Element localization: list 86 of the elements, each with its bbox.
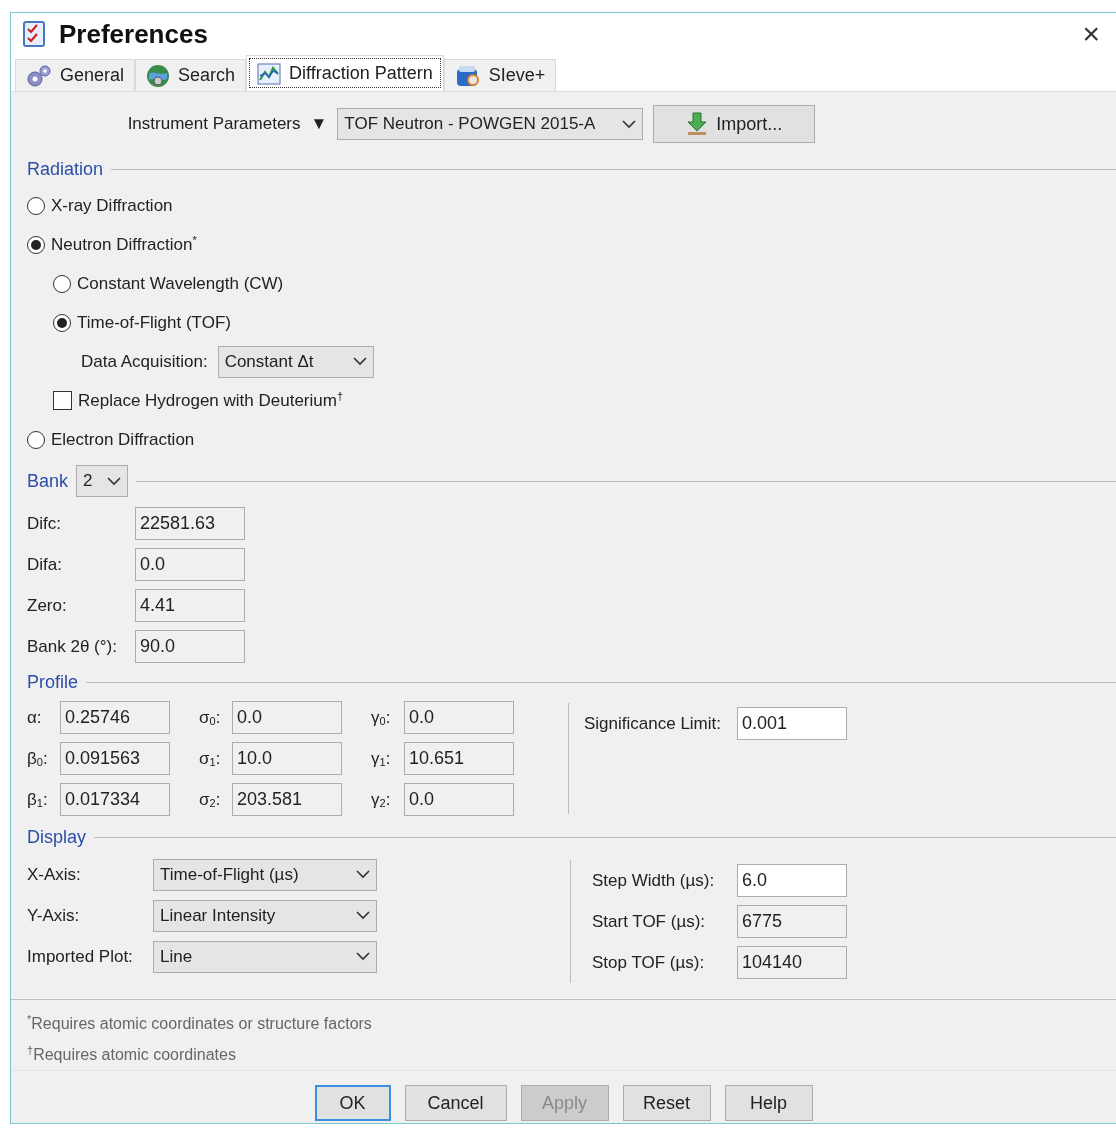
field-label: β$_{1}$:: [27, 789, 49, 810]
input-field[interactable]: 0.091563: [60, 742, 170, 775]
field-label: σ$_{2}$:: [199, 789, 222, 810]
input-field[interactable]: 0.0: [404, 783, 514, 816]
checkbox[interactable]: [53, 391, 72, 410]
chevron-icon: [622, 119, 637, 129]
input-field[interactable]: 104140: [737, 946, 847, 979]
field-label: X-Axis:: [27, 864, 82, 885]
input-field[interactable]: 6.0: [737, 864, 847, 897]
dropdown-arrow[interactable]: ▼: [310, 114, 328, 134]
input-field[interactable]: 0.001: [737, 707, 847, 740]
field-label: Zero:: [27, 595, 68, 616]
field-label: γ$_{2}$:: [371, 789, 392, 810]
dialog-button[interactable]: OK: [314, 1085, 391, 1121]
menu-label[interactable]: Instrument Parameters: [127, 114, 301, 134]
preset-dropdown[interactable]: TOF Neutron - POWGEN 2015-A: [337, 108, 644, 140]
field-label: γ$_{1}$:: [371, 748, 392, 769]
radio-button[interactable]: [27, 430, 45, 449]
radio-button[interactable]: [27, 235, 45, 254]
input-field[interactable]: 22581.63: [135, 507, 245, 540]
tab[interactable]: Diffraction Pattern: [246, 55, 444, 91]
section-title: Radiation: [27, 158, 104, 180]
radio-label: Electron Diffraction: [51, 429, 195, 450]
input-field[interactable]: 0.0: [404, 701, 514, 734]
radio-label: Constant Wavelength (CW): [77, 273, 284, 294]
dropdown[interactable]: Time-of-Flight (µs): [153, 858, 377, 891]
field-label: Imported Plot:: [27, 946, 134, 967]
dialog-button[interactable]: Cancel: [404, 1085, 507, 1121]
checkbox-label: Replace Hydrogen with Deuterium$^{†}$: [78, 390, 344, 411]
field-label: Bank 2θ (°):: [27, 636, 118, 657]
tab[interactable]: SIeve+: [443, 59, 557, 91]
chevron-icon: [107, 476, 122, 486]
dropdown[interactable]: Constant Δt: [217, 345, 374, 378]
field-label: γ$_{0}$:: [371, 707, 392, 728]
radio-label: Time-of-Flight (TOF): [77, 312, 231, 333]
field-label: Data Acquisition:: [81, 351, 208, 372]
globe-icon: [146, 63, 171, 88]
field-label: Y-Axis:: [27, 905, 81, 926]
chevron-icon: [356, 952, 370, 961]
section-title: Profile: [27, 671, 79, 693]
field-label: Difa:: [27, 554, 63, 575]
footnote: $^{*}$Requires atomic coordinates or structure factors: [27, 1011, 373, 1034]
tab[interactable]: Search: [135, 59, 247, 91]
dropdown[interactable]: Line: [153, 940, 377, 973]
chevron-icon: [352, 357, 367, 366]
field-label: Significance Limit:: [584, 713, 722, 734]
import-button[interactable]: Import...: [653, 105, 816, 143]
field-label: Stop TOF (µs):: [592, 952, 706, 973]
import-icon: [686, 112, 709, 136]
dropdown[interactable]: Linear Intensity: [153, 899, 377, 932]
dialog-button[interactable]: Help: [724, 1085, 813, 1121]
tab[interactable]: General: [15, 59, 136, 91]
field-label: β$_{0}$:: [27, 748, 49, 769]
input-field[interactable]: 0.017334: [60, 783, 170, 816]
input-field[interactable]: 0.25746: [60, 701, 170, 734]
input-field[interactable]: 0.0: [232, 701, 342, 734]
field-label: α:: [27, 707, 43, 728]
field-label: σ$_{0}$:: [199, 707, 222, 728]
input-field[interactable]: 4.41: [135, 589, 245, 622]
field-label: σ$_{1}$:: [199, 748, 222, 769]
checklist-icon: [23, 21, 45, 47]
radio-button[interactable]: [27, 196, 45, 215]
chart-icon: [257, 62, 282, 85]
input-field[interactable]: 203.581: [232, 783, 342, 816]
input-field[interactable]: 10.0: [232, 742, 342, 775]
field-label: Difc:: [27, 513, 62, 534]
footnote: $^{†}$Requires atomic coordinates: [27, 1042, 237, 1065]
field-label: Start TOF (µs):: [592, 911, 707, 932]
close-button[interactable]: ×: [1078, 17, 1104, 51]
gears-icon: [26, 63, 52, 88]
bank-dropdown[interactable]: 2: [76, 465, 129, 497]
dialog-button[interactable]: Reset: [622, 1085, 711, 1121]
window-title: Preferences: [59, 18, 209, 50]
input-field[interactable]: 90.0: [135, 630, 245, 663]
radio-button[interactable]: [53, 274, 71, 293]
section-title: Bank: [27, 470, 69, 492]
chevron-icon: [356, 870, 370, 879]
input-field[interactable]: 10.651: [404, 742, 514, 775]
input-field[interactable]: 0.0: [135, 548, 245, 581]
chevron-icon: [356, 911, 370, 920]
field-label: Step Width (µs):: [592, 870, 716, 891]
section-title: Display: [27, 826, 87, 848]
radio-button[interactable]: [53, 313, 71, 332]
radio-label: Neutron Diffraction$^{*}$: [51, 234, 197, 255]
radio-label: X-ray Diffraction: [51, 195, 173, 216]
input-field[interactable]: 6775: [737, 905, 847, 938]
